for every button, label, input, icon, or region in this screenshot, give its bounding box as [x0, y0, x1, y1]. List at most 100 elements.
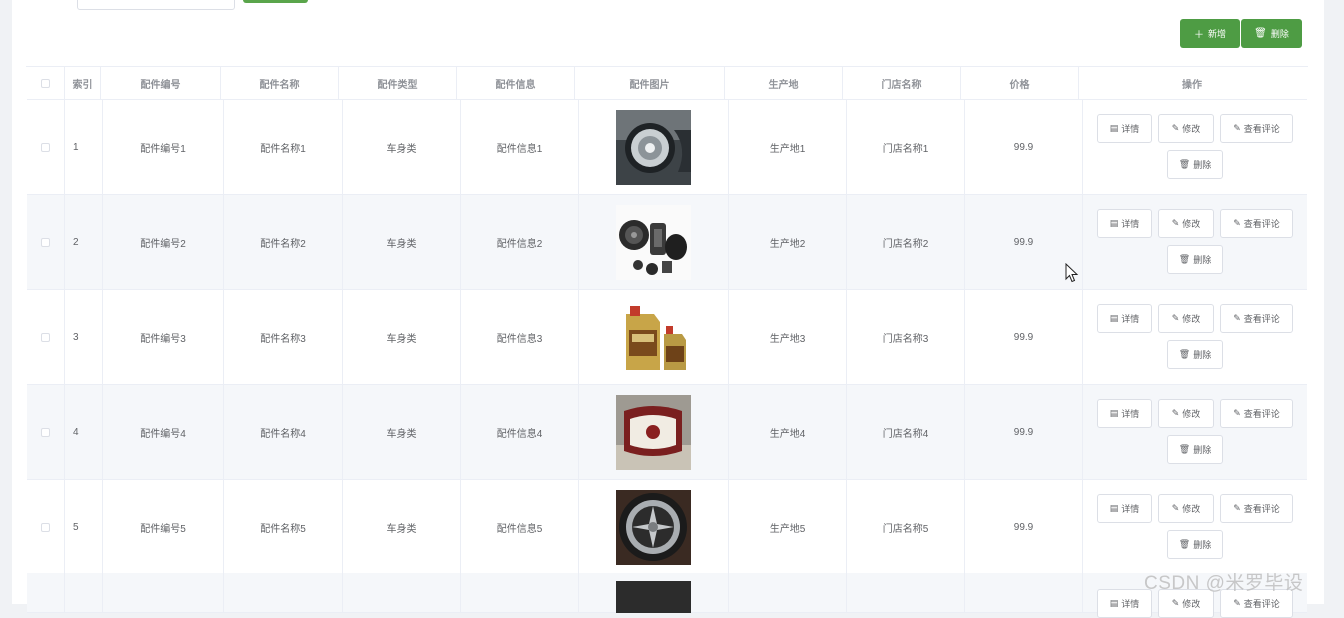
- part-image-thumbnail[interactable]: [616, 581, 691, 613]
- select-all-checkbox[interactable]: [41, 78, 50, 88]
- info-cell: 配件信息1: [461, 100, 579, 194]
- store-cell: 门店名称2: [847, 195, 965, 289]
- part-image-thumbnail[interactable]: [616, 109, 691, 185]
- batch-delete-button[interactable]: 🗑 删除: [1241, 19, 1302, 48]
- name-cell: 配件名称2: [224, 195, 343, 289]
- plus-icon: ＋: [1193, 30, 1204, 41]
- part-image-thumbnail[interactable]: [616, 394, 691, 470]
- price-cell: 99.9: [965, 385, 1083, 479]
- delete-button[interactable]: 🗑 删除: [1167, 150, 1223, 179]
- header-type: 配件类型: [339, 67, 457, 99]
- pencil-icon: ✎: [1171, 218, 1180, 228]
- header-name: 配件名称: [221, 67, 339, 99]
- table-row: 1 配件编号1 配件名称1 车身类 配件信息1 生产地1 门店名称1 99.9 ▤ 详情 ✎ 修改 ✎ 查…: [27, 100, 1307, 195]
- row-checkbox[interactable]: [41, 522, 50, 532]
- edit-button[interactable]: ✎ 修改: [1158, 399, 1214, 428]
- edit-button[interactable]: ✎ 修改: [1158, 209, 1214, 238]
- name-text: 配件名称1: [260, 143, 306, 155]
- index-text: 1: [73, 141, 79, 153]
- image-cell: [579, 100, 729, 194]
- info-cell: 配件信息3: [461, 290, 579, 384]
- code-text: 配件编号3: [140, 333, 186, 345]
- row-checkbox[interactable]: [41, 142, 50, 152]
- part-image-thumbnail[interactable]: [616, 299, 691, 375]
- table-row: 5 配件编号5 配件名称5 车身类 配件信息5 生产地5 门店名称5 99.9 ▤ 详情 ✎ 修改 ✎ 查…: [27, 480, 1307, 575]
- row-select-cell: [27, 195, 65, 289]
- code-text: 配件编号5: [140, 523, 186, 535]
- row-select-cell: [27, 100, 65, 194]
- pencil-icon: ✎: [1233, 503, 1241, 513]
- detail-button[interactable]: ▤ 详情: [1097, 304, 1152, 333]
- detail-label: 详情: [1121, 409, 1140, 419]
- index-cell: 2: [65, 195, 103, 289]
- type-cell: 车身类: [343, 480, 461, 574]
- row-select-cell: [27, 290, 65, 384]
- origin-text: 生产地1: [769, 143, 806, 155]
- image-cell: [579, 385, 729, 479]
- store-text: 门店名称1: [882, 143, 929, 155]
- type-cell: 车身类: [343, 385, 461, 479]
- delete-button[interactable]: 🗑 删除: [1167, 245, 1223, 274]
- image-cell: [579, 290, 729, 384]
- origin-text: 生产地5: [769, 523, 806, 535]
- add-button[interactable]: ＋新增: [1180, 19, 1240, 48]
- view-comments-button[interactable]: ✎ 查看评论: [1220, 399, 1293, 428]
- store-cell: 门店名称4: [847, 385, 965, 479]
- view-comments-button[interactable]: ✎ 查看评论: [1220, 494, 1293, 523]
- edit-button[interactable]: ✎ 修改: [1158, 494, 1214, 523]
- info-text: 配件信息3: [496, 333, 543, 345]
- origin-cell: 生产地4: [729, 385, 847, 479]
- name-text: 配件名称3: [260, 333, 306, 345]
- index-text: 3: [73, 331, 79, 343]
- delete-label: 删除: [1193, 255, 1212, 265]
- origin-text: 生产地3: [769, 333, 806, 345]
- price-text: 99.9: [1013, 141, 1034, 153]
- watermark: CSDN @米罗毕设: [1144, 573, 1304, 594]
- part-image-thumbnail[interactable]: [616, 204, 691, 280]
- info-text: 配件信息1: [496, 143, 543, 155]
- store-text: 门店名称4: [882, 428, 929, 440]
- origin-cell: 生产地2: [729, 195, 847, 289]
- name-cell: 配件名称3: [224, 290, 343, 384]
- row-select-cell: [27, 480, 65, 574]
- header-price: 价格: [961, 67, 1079, 99]
- table-header: 索引 配件编号 配件名称 配件类型 配件信息 配件图片 生产地 门店名称 价格 …: [27, 67, 1307, 100]
- search-button[interactable]: [243, 0, 308, 3]
- delete-button[interactable]: 🗑 删除: [1167, 530, 1223, 559]
- store-text: 门店名称3: [882, 333, 929, 345]
- code-cell: 配件编号4: [103, 385, 224, 479]
- price-cell: 99.9: [965, 480, 1083, 574]
- image-cell: [579, 480, 729, 574]
- delete-button[interactable]: 🗑 删除: [1167, 435, 1223, 464]
- pencil-icon: ✎: [1233, 123, 1241, 133]
- table-row: 2 配件编号2 配件名称2 车身类 配件信息2 生产地2 门店名称2 99.9 ▤ 详情 ✎ 修改 ✎ 查…: [27, 195, 1307, 290]
- detail-button[interactable]: ▤ 详情: [1097, 399, 1152, 428]
- mouse-cursor-icon: [1065, 263, 1079, 283]
- edit-button[interactable]: ✎ 修改: [1158, 304, 1214, 333]
- view-comments-button[interactable]: ✎ 查看评论: [1220, 114, 1293, 143]
- part-image-thumbnail[interactable]: [616, 489, 691, 565]
- type-text: 车身类: [386, 333, 417, 345]
- index-cell: 1: [65, 100, 103, 194]
- price-cell: 99.9: [965, 290, 1083, 384]
- edit-button[interactable]: ✎ 修改: [1158, 114, 1214, 143]
- detail-button[interactable]: ▤ 详情: [1097, 209, 1152, 238]
- trash-icon: 🗑: [1178, 349, 1191, 359]
- detail-button[interactable]: ▤ 详情: [1097, 494, 1152, 523]
- view-comments-button[interactable]: ✎ 查看评论: [1220, 304, 1293, 333]
- row-checkbox[interactable]: [41, 332, 50, 342]
- header-info: 配件信息: [457, 67, 575, 99]
- price-text: 99.9: [1013, 521, 1034, 533]
- row-checkbox[interactable]: [41, 237, 50, 247]
- search-input[interactable]: [77, 0, 235, 10]
- trash-icon: 🗑: [1178, 159, 1191, 169]
- pencil-icon: ✎: [1233, 408, 1241, 418]
- detail-button[interactable]: ▤ 详情: [1097, 114, 1152, 143]
- view-comments-label: 查看评论: [1243, 219, 1280, 229]
- delete-button[interactable]: 🗑 删除: [1167, 340, 1223, 369]
- origin-text: 生产地2: [769, 238, 806, 250]
- row-checkbox[interactable]: [41, 427, 50, 437]
- code-text: 配件编号4: [140, 428, 186, 440]
- view-comments-button[interactable]: ✎ 查看评论: [1220, 209, 1293, 238]
- detail-label: 详情: [1121, 504, 1140, 514]
